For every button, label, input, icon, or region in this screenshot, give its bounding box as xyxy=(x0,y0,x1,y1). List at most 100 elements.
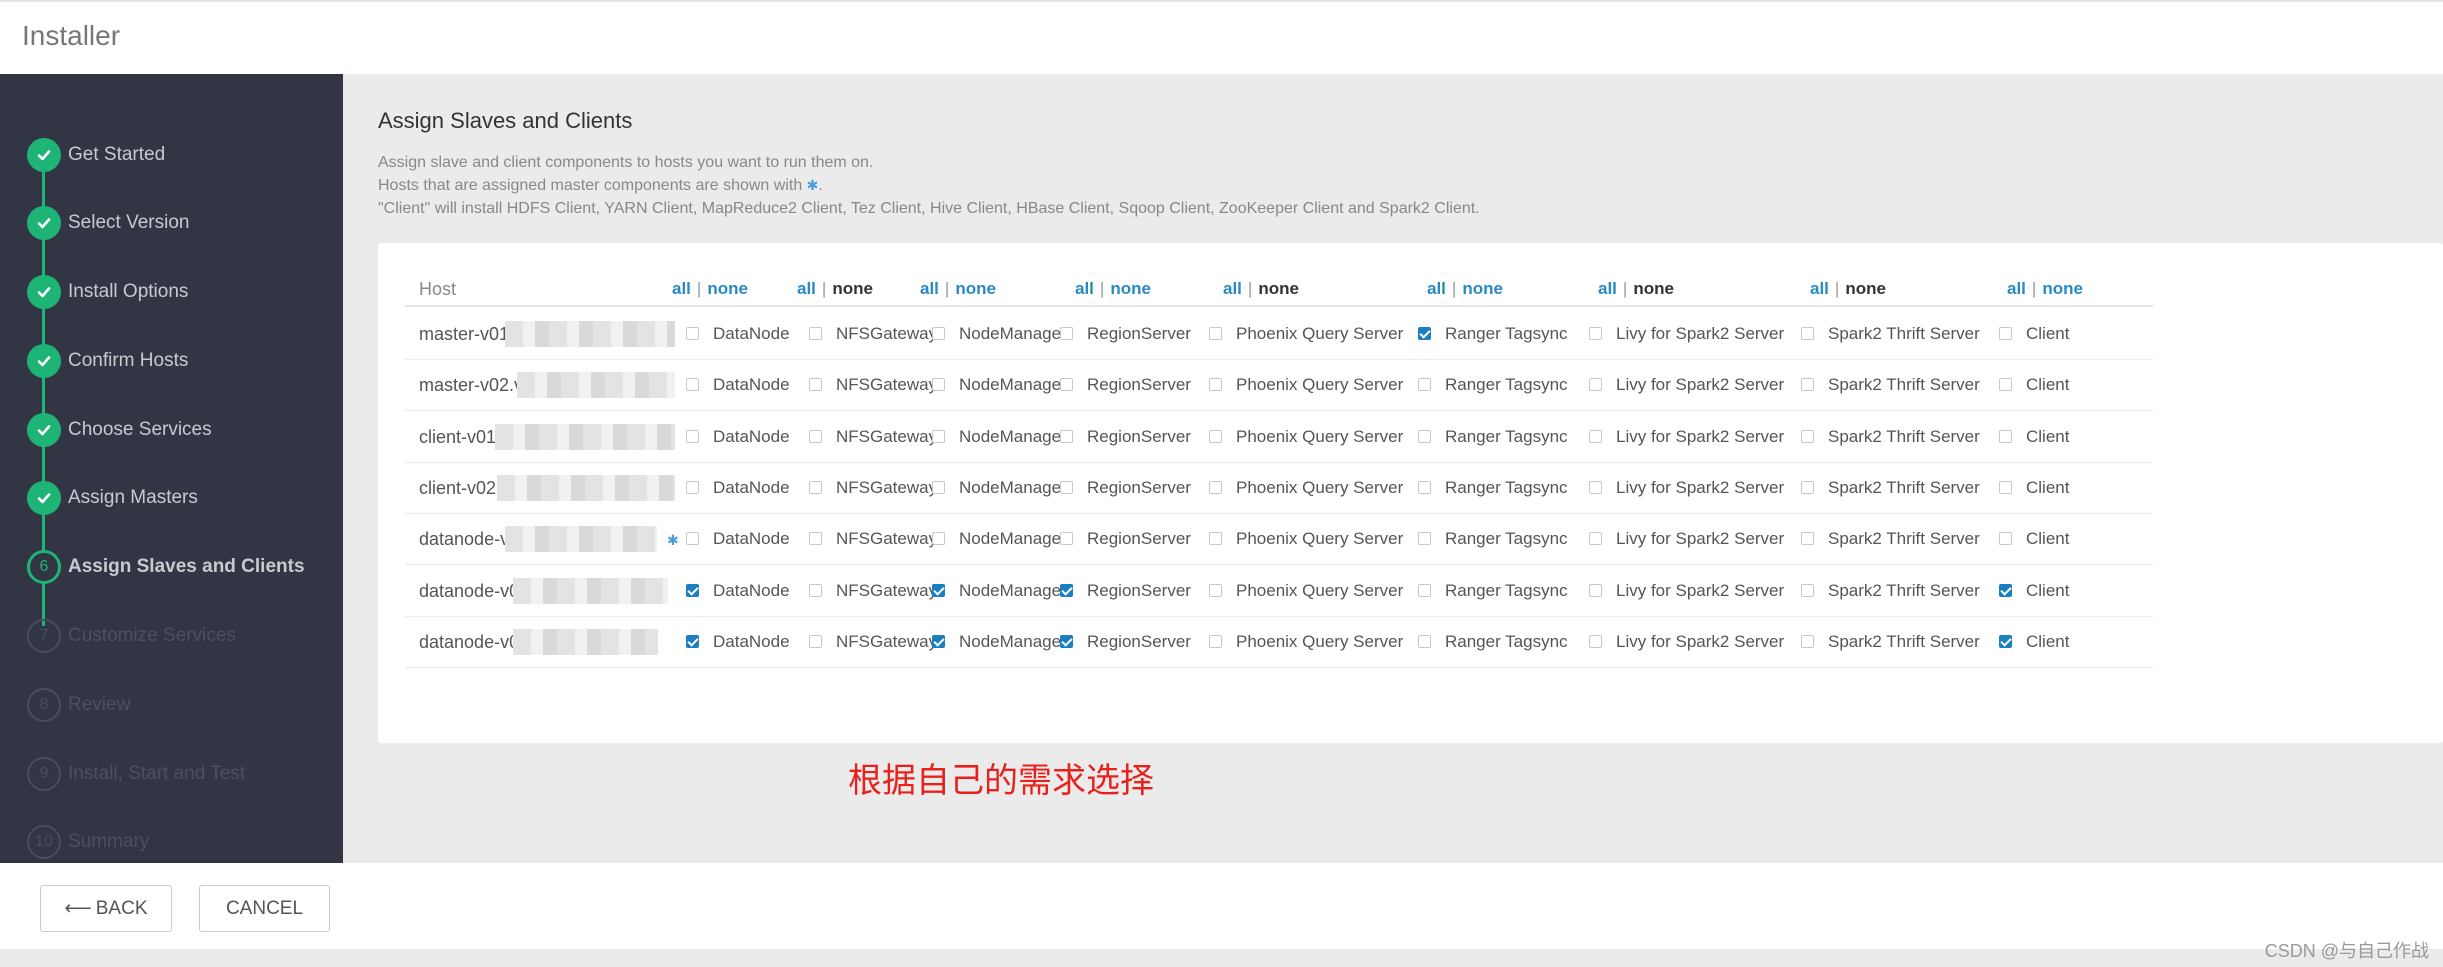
component-checkbox[interactable] xyxy=(809,378,822,392)
component-cell[interactable]: Client xyxy=(1999,581,2069,601)
component-checkbox[interactable] xyxy=(1999,429,2012,443)
select-none-link[interactable]: none xyxy=(1110,279,1151,298)
component-checkbox[interactable] xyxy=(1801,480,1814,494)
component-cell[interactable]: NodeManager xyxy=(932,581,1067,601)
component-cell[interactable]: DataNode xyxy=(686,581,790,601)
component-checkbox[interactable] xyxy=(686,429,699,443)
component-cell[interactable]: DataNode xyxy=(686,375,790,395)
component-cell[interactable]: Spark2 Thrift Server xyxy=(1801,529,1980,549)
component-cell[interactable]: NodeManager xyxy=(932,427,1067,447)
component-checkbox[interactable] xyxy=(1060,480,1073,494)
component-checkbox[interactable] xyxy=(1999,532,2012,546)
component-cell[interactable]: Phoenix Query Server xyxy=(1209,581,1403,601)
component-cell[interactable]: NFSGateway xyxy=(809,581,937,601)
component-cell[interactable]: Phoenix Query Server xyxy=(1209,375,1403,395)
component-checkbox[interactable] xyxy=(809,634,822,648)
component-checkbox[interactable] xyxy=(809,583,822,597)
component-cell[interactable]: Spark2 Thrift Server xyxy=(1801,427,1980,447)
component-checkbox[interactable] xyxy=(1999,480,2012,494)
component-checkbox[interactable] xyxy=(1418,378,1431,392)
component-checkbox[interactable] xyxy=(1801,634,1814,648)
component-checkbox[interactable] xyxy=(1209,429,1222,443)
component-checkbox[interactable] xyxy=(932,532,945,546)
component-checkbox[interactable] xyxy=(1999,583,2012,597)
component-checkbox[interactable] xyxy=(1418,327,1431,340)
component-cell[interactable]: NodeManager xyxy=(932,478,1067,498)
component-cell[interactable]: Livy for Spark2 Server xyxy=(1589,581,1784,601)
component-cell[interactable]: Spark2 Thrift Server xyxy=(1801,324,1980,344)
component-checkbox[interactable] xyxy=(1418,634,1431,648)
component-checkbox[interactable] xyxy=(1060,634,1073,648)
component-cell[interactable]: NFSGateway xyxy=(809,427,937,447)
component-checkbox[interactable] xyxy=(1418,429,1431,443)
component-cell[interactable]: NFSGateway xyxy=(809,632,937,652)
component-checkbox[interactable] xyxy=(1060,583,1073,597)
component-cell[interactable]: Livy for Spark2 Server xyxy=(1589,427,1784,447)
component-checkbox[interactable] xyxy=(1801,532,1814,546)
select-all-link[interactable]: all xyxy=(672,279,691,298)
select-none-link[interactable]: none xyxy=(707,279,748,298)
component-checkbox[interactable] xyxy=(1060,429,1073,443)
select-all-link[interactable]: all xyxy=(1598,279,1617,298)
component-cell[interactable]: NFSGateway xyxy=(809,478,937,498)
component-cell[interactable]: Ranger Tagsync xyxy=(1418,478,1568,498)
component-checkbox[interactable] xyxy=(1589,583,1602,597)
wizard-step-6[interactable]: Assign Masters xyxy=(27,481,337,515)
component-cell[interactable]: Phoenix Query Server xyxy=(1209,632,1403,652)
component-cell[interactable]: Livy for Spark2 Server xyxy=(1589,632,1784,652)
component-checkbox[interactable] xyxy=(686,634,699,648)
select-none-link[interactable]: none xyxy=(2042,279,2083,298)
select-all-link[interactable]: all xyxy=(1223,279,1242,298)
component-cell[interactable]: Client xyxy=(1999,375,2069,395)
component-checkbox[interactable] xyxy=(1589,429,1602,443)
component-checkbox[interactable] xyxy=(1209,327,1222,340)
component-checkbox[interactable] xyxy=(809,429,822,443)
component-checkbox[interactable] xyxy=(932,327,945,340)
component-checkbox[interactable] xyxy=(1209,378,1222,392)
select-all-link[interactable]: all xyxy=(1075,279,1094,298)
component-cell[interactable]: Ranger Tagsync xyxy=(1418,375,1568,395)
component-checkbox[interactable] xyxy=(1589,327,1602,340)
component-checkbox[interactable] xyxy=(1418,532,1431,546)
component-cell[interactable]: NFSGateway xyxy=(809,375,937,395)
component-cell[interactable]: Client xyxy=(1999,427,2069,447)
component-checkbox[interactable] xyxy=(1589,480,1602,494)
component-checkbox[interactable] xyxy=(1801,583,1814,597)
component-cell[interactable]: Phoenix Query Server xyxy=(1209,324,1403,344)
component-checkbox[interactable] xyxy=(686,378,699,392)
select-all-link[interactable]: all xyxy=(797,279,816,298)
component-checkbox[interactable] xyxy=(809,327,822,340)
component-checkbox[interactable] xyxy=(932,480,945,494)
component-cell[interactable]: RegionServer xyxy=(1060,324,1191,344)
wizard-step-4[interactable]: Confirm Hosts xyxy=(27,344,337,378)
component-checkbox[interactable] xyxy=(686,532,699,546)
wizard-step-3[interactable]: Install Options xyxy=(27,275,337,309)
component-checkbox[interactable] xyxy=(1418,480,1431,494)
component-cell[interactable]: Spark2 Thrift Server xyxy=(1801,581,1980,601)
select-all-link[interactable]: all xyxy=(920,279,939,298)
select-none-link[interactable]: none xyxy=(955,279,996,298)
select-none-link[interactable]: none xyxy=(1462,279,1503,298)
component-cell[interactable]: Spark2 Thrift Server xyxy=(1801,478,1980,498)
component-cell[interactable]: Ranger Tagsync xyxy=(1418,529,1568,549)
component-cell[interactable]: Client xyxy=(1999,632,2069,652)
component-cell[interactable]: NFSGateway xyxy=(809,324,937,344)
select-all-link[interactable]: all xyxy=(1810,279,1829,298)
component-checkbox[interactable] xyxy=(932,378,945,392)
component-cell[interactable]: Ranger Tagsync xyxy=(1418,427,1568,447)
cancel-button[interactable]: CANCEL xyxy=(199,885,330,932)
component-cell[interactable]: Phoenix Query Server xyxy=(1209,529,1403,549)
component-cell[interactable]: Client xyxy=(1999,324,2069,344)
component-cell[interactable]: DataNode xyxy=(686,324,790,344)
component-cell[interactable]: RegionServer xyxy=(1060,427,1191,447)
component-cell[interactable]: DataNode xyxy=(686,478,790,498)
component-checkbox[interactable] xyxy=(686,583,699,597)
component-cell[interactable]: RegionServer xyxy=(1060,529,1191,549)
component-cell[interactable]: RegionServer xyxy=(1060,478,1191,498)
component-checkbox[interactable] xyxy=(932,429,945,443)
component-cell[interactable]: RegionServer xyxy=(1060,581,1191,601)
select-all-link[interactable]: all xyxy=(1427,279,1446,298)
component-cell[interactable]: Ranger Tagsync xyxy=(1418,632,1568,652)
component-checkbox[interactable] xyxy=(1801,429,1814,443)
component-cell[interactable]: NodeManager xyxy=(932,529,1067,549)
